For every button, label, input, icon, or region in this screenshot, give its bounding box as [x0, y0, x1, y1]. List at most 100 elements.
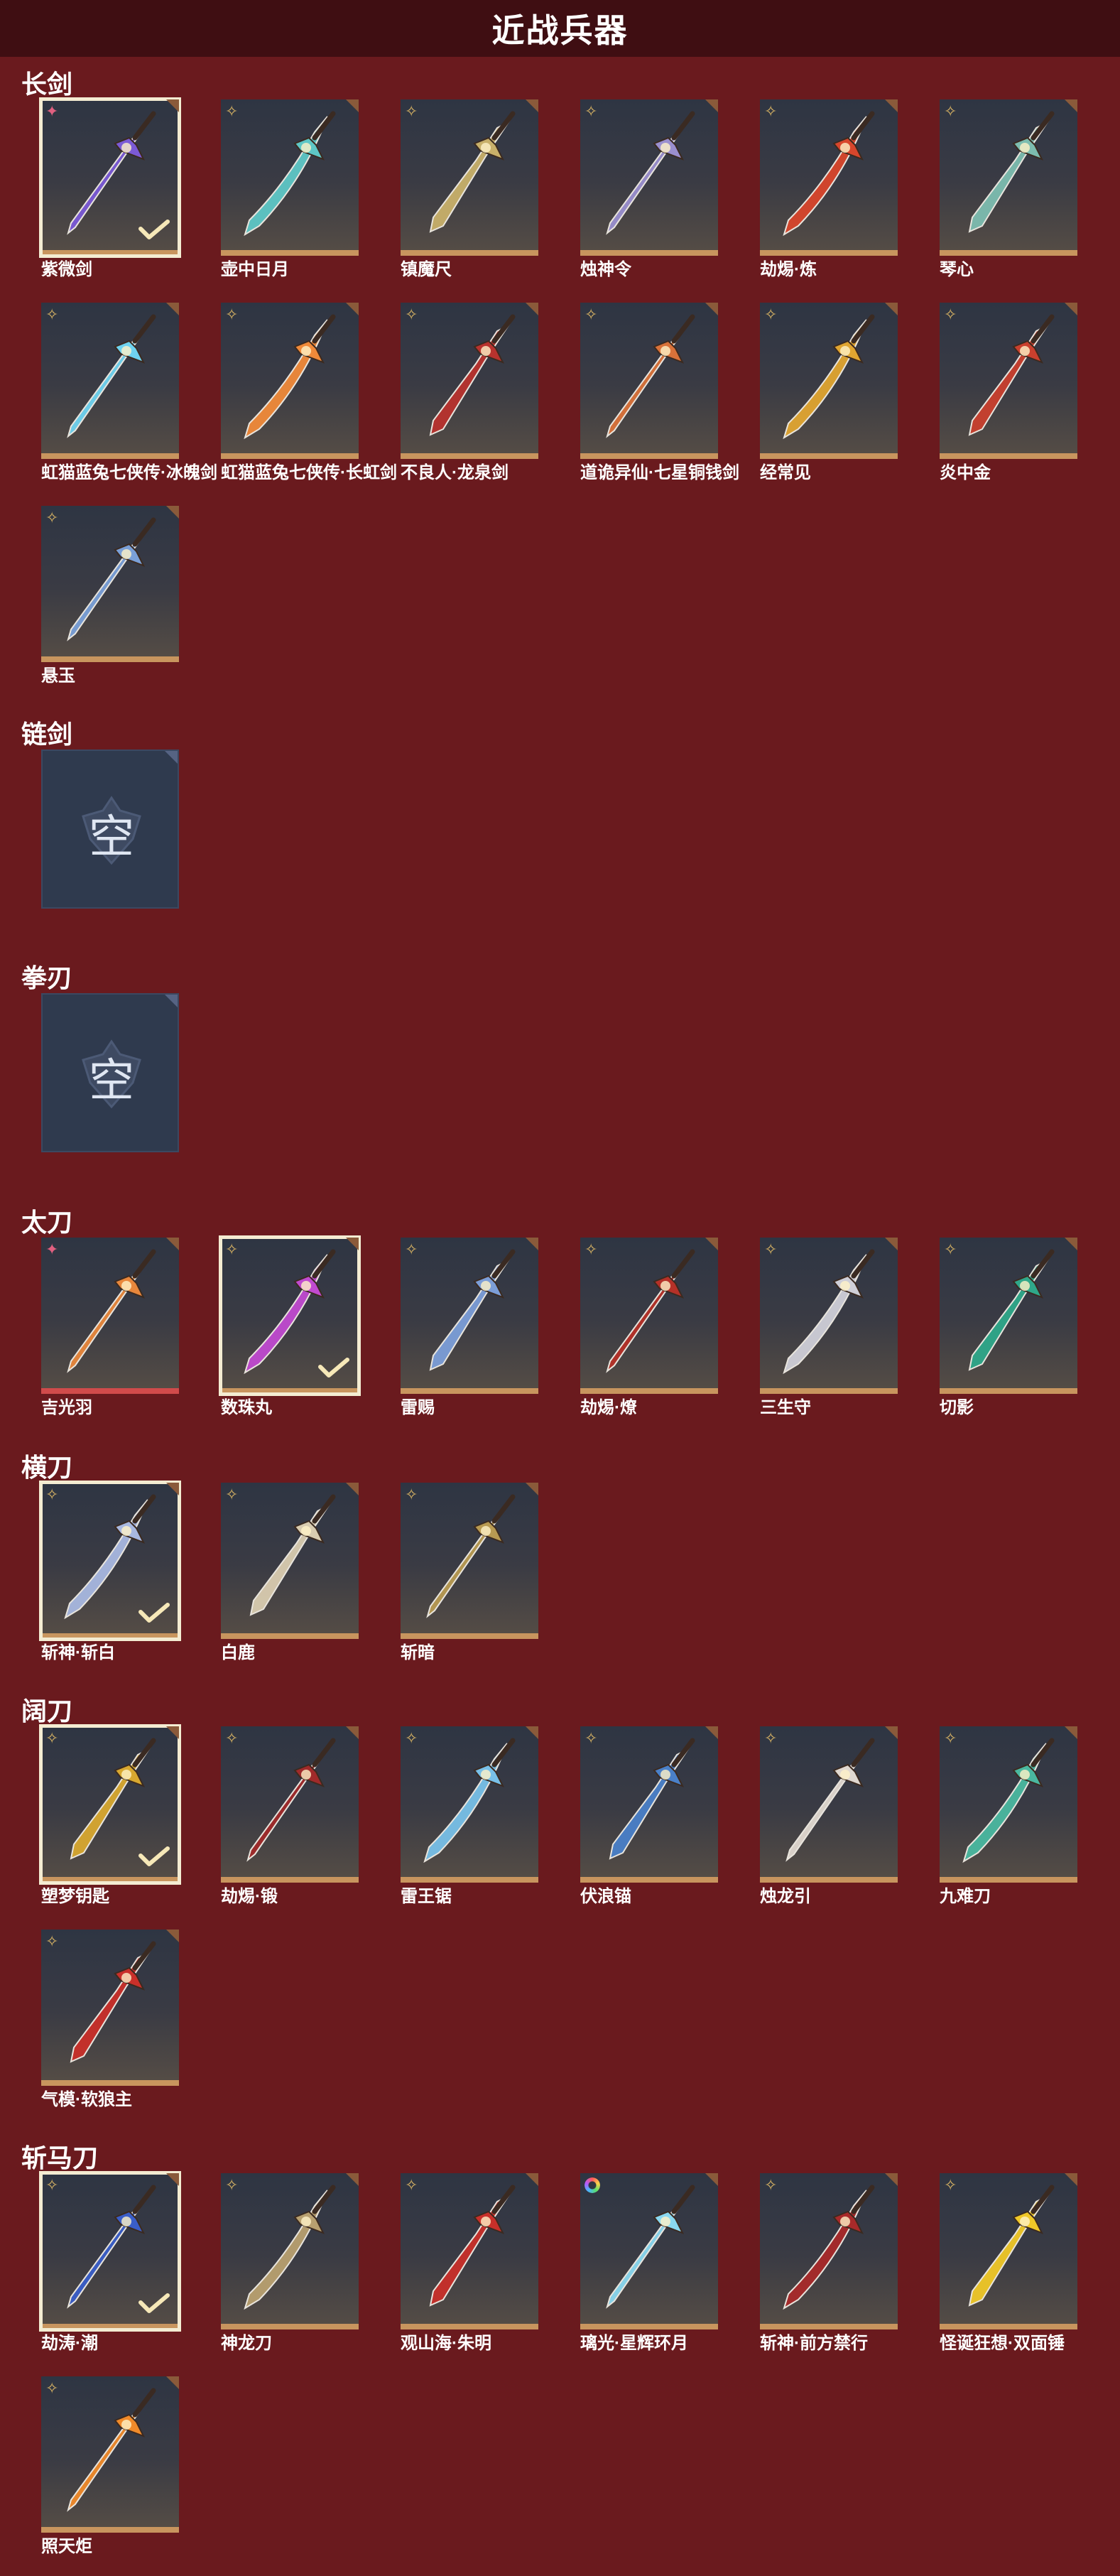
weapon-card[interactable]: ✧ 雷王锯 — [401, 1726, 538, 1906]
weapon-card[interactable]: ✧ 琴心 — [940, 99, 1077, 279]
weapon-card[interactable]: ✧ 斩神·斩白 — [39, 1481, 181, 1662]
weapon-name: 壶中日月 — [221, 260, 289, 279]
weapon-name: 气模·软狼主 — [41, 2090, 132, 2109]
weapon-tile[interactable]: ✧ — [401, 2173, 538, 2329]
equipped-check-icon — [138, 1846, 170, 1866]
weapon-card[interactable]: ✧ 壶中日月 — [221, 99, 359, 279]
weapon-tile[interactable]: ✧ — [221, 303, 359, 459]
weapon-card[interactable]: ✧ 劫焬·炼 — [760, 99, 898, 279]
weapon-card[interactable]: ✧ 神龙刀 — [221, 2173, 359, 2353]
weapon-card[interactable]: ✧ 悬玉 — [41, 506, 179, 686]
weapon-card[interactable]: ✧ 切影 — [940, 1238, 1077, 1417]
weapon-card[interactable]: ✧ 气模·软狼主 — [41, 1930, 179, 2109]
weapon-tile[interactable]: ✧ — [580, 99, 718, 256]
weapon-tile[interactable]: ✧ — [940, 303, 1077, 459]
weapon-name: 切影 — [940, 1398, 974, 1417]
corner-tab — [346, 2173, 359, 2186]
corner-tab — [526, 1726, 538, 1739]
weapon-name: 璃光·星辉环月 — [580, 2334, 688, 2353]
weapon-tile[interactable]: ✧ — [760, 99, 898, 256]
weapon-tile[interactable]: ✧ — [401, 1483, 538, 1639]
weapon-card[interactable]: ✧ 劫焬·锻 — [221, 1726, 359, 1906]
weapon-image — [67, 314, 156, 438]
weapon-card[interactable]: ✧ 烛神令 — [580, 99, 718, 279]
weapon-card[interactable]: ✦ 吉光羽 — [41, 1238, 179, 1417]
weapon-tile[interactable]: ✦ — [39, 97, 181, 258]
weapon-card[interactable]: ✧ 三生守 — [760, 1238, 898, 1417]
weapon-image — [968, 2185, 1055, 2307]
weapon-card[interactable]: ✧ 数珠丸 — [219, 1235, 361, 1417]
weapon-image — [246, 1738, 336, 1862]
weapon-tile[interactable]: ✧ — [940, 99, 1077, 256]
corner-tab — [165, 751, 178, 764]
weapon-image — [70, 1941, 156, 2063]
weapon-tile[interactable]: ✧ — [940, 1238, 1077, 1394]
weapon-tile[interactable]: ✧ — [41, 1930, 179, 2086]
weapon-card[interactable]: ✧ 九难刀 — [940, 1726, 1077, 1906]
weapon-card[interactable]: ✧ 烛龙引 — [760, 1726, 898, 1906]
corner-tab — [885, 303, 898, 315]
weapon-tile[interactable]: ✧ — [401, 303, 538, 459]
weapon-card[interactable]: ✧ 经常见 — [760, 303, 898, 482]
weapon-tile[interactable] — [580, 2173, 718, 2329]
weapon-tile[interactable]: ✧ — [760, 1726, 898, 1883]
weapon-card[interactable]: ✧ 斩神·前方禁行 — [760, 2173, 898, 2353]
weapon-card[interactable]: ✧ 白鹿 — [221, 1483, 359, 1662]
weapon-card[interactable]: ✧ 虹猫蓝兔七侠传·长虹剑 — [221, 303, 397, 482]
empty-slot[interactable]: 空 — [41, 749, 179, 909]
weapon-tile[interactable]: ✧ — [221, 2173, 359, 2329]
weapon-tile[interactable]: ✧ — [580, 303, 718, 459]
weapon-tile[interactable]: ✧ — [940, 2173, 1077, 2329]
weapon-tile[interactable]: ✧ — [39, 2171, 181, 2332]
weapon-card[interactable]: ✧ 镇魔尺 — [401, 99, 538, 279]
weapon-card[interactable]: ✧ 斩暗 — [401, 1483, 538, 1662]
weapon-card[interactable]: ✧ 观山海·朱明 — [401, 2173, 538, 2353]
weapon-tile[interactable]: ✧ — [401, 99, 538, 256]
weapon-tile[interactable]: ✧ — [580, 1726, 718, 1883]
weapon-name: 斩暗 — [401, 1643, 435, 1662]
empty-slot[interactable]: 空 — [41, 993, 179, 1152]
weapon-image — [67, 2388, 156, 2512]
weapon-tile[interactable]: ✧ — [940, 1726, 1077, 1883]
weapon-tile[interactable]: ✧ — [221, 99, 359, 256]
weapon-image — [609, 1738, 695, 1860]
weapon-card[interactable]: ✧ 伏浪锚 — [580, 1726, 718, 1906]
corner-tab — [526, 2173, 538, 2186]
weapon-name: 照天炬 — [41, 2537, 92, 2556]
weapon-tile[interactable]: ✧ — [221, 1726, 359, 1883]
weapon-tile[interactable]: ✧ — [39, 1481, 181, 1641]
weapon-tile[interactable]: ✧ — [41, 506, 179, 662]
weapon-card[interactable]: ✧ 不良人·龙泉剑 — [401, 303, 538, 482]
weapon-card[interactable]: ✧ 炎中金 — [940, 303, 1077, 482]
weapon-card[interactable]: ✧ 劫涛·潮 — [39, 2171, 181, 2353]
weapon-tile[interactable]: ✧ — [401, 1238, 538, 1394]
corner-tab — [165, 995, 178, 1007]
weapon-tile[interactable]: ✧ — [41, 2376, 179, 2533]
weapon-card[interactable]: ✧ 雷赐 — [401, 1238, 538, 1417]
weapon-tile[interactable]: ✧ — [221, 1483, 359, 1639]
weapon-tile[interactable]: ✧ — [41, 303, 179, 459]
weapon-tile[interactable]: ✦ — [41, 1238, 179, 1394]
weapon-card[interactable]: ✧ 塑梦钥匙 — [39, 1724, 181, 1906]
weapon-card[interactable]: ✧ 虹猫蓝兔七侠传·冰魄剑 — [41, 303, 217, 482]
weapon-image — [968, 111, 1055, 233]
weapon-name: 塑梦钥匙 — [41, 1887, 109, 1906]
equipped-check-icon — [138, 1603, 170, 1623]
weapon-tile[interactable]: ✧ — [580, 1238, 718, 1394]
weapon-card[interactable]: ✦ 紫微剑 — [39, 97, 181, 279]
corner-tab — [1065, 99, 1077, 112]
weapon-card[interactable]: ✧ 照天炬 — [41, 2376, 179, 2556]
weapon-tile[interactable]: ✧ — [760, 1238, 898, 1394]
weapon-image — [783, 1249, 875, 1375]
corner-tab — [885, 1726, 898, 1739]
weapon-tile[interactable]: ✧ — [401, 1726, 538, 1883]
weapon-tile[interactable]: ✧ — [760, 303, 898, 459]
weapon-tile[interactable]: ✧ — [760, 2173, 898, 2329]
weapon-tile[interactable]: ✧ — [219, 1235, 361, 1396]
weapon-card[interactable]: ✧ 劫焬·燎 — [580, 1238, 718, 1417]
weapon-name: 劫焬·燎 — [580, 1398, 637, 1417]
weapon-card[interactable]: 璃光·星辉环月 — [580, 2173, 718, 2353]
weapon-tile[interactable]: ✧ — [39, 1724, 181, 1885]
weapon-card[interactable]: ✧ 怪诞狂想·双面锤 — [940, 2173, 1077, 2353]
weapon-card[interactable]: ✧ 道诡异仙·七星铜钱剑 — [580, 303, 739, 482]
